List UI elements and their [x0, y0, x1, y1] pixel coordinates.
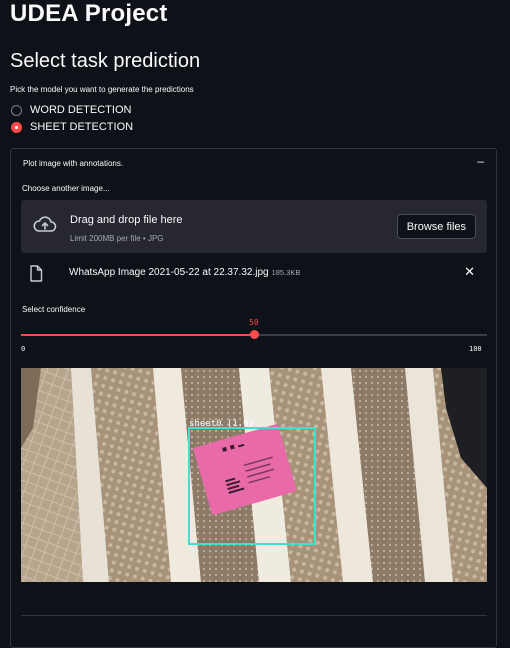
radio-sheet-detection[interactable]: SHEET DETECTION — [11, 121, 133, 133]
slider-thumb[interactable] — [249, 330, 259, 339]
confidence-slider[interactable] — [21, 330, 487, 339]
file-dropzone[interactable]: Drag and drop file here Limit 200MB per … — [21, 200, 487, 253]
radio-label: WORD DETECTION — [30, 104, 132, 116]
close-icon[interactable]: ✕ — [464, 264, 475, 280]
collapse-icon[interactable]: – — [477, 154, 484, 168]
slider-max: 100 — [469, 345, 482, 353]
dropzone-subtitle: Limit 200MB per file • JPG — [70, 234, 164, 243]
task-heading: Select task prediction — [10, 50, 201, 72]
radio-label: SHEET DETECTION — [30, 121, 134, 133]
browse-files-button[interactable]: Browse files — [396, 214, 476, 239]
uploaded-file: WhatsApp Image 2021-05-22 at 22.37.32.jp… — [21, 261, 487, 285]
divider — [21, 615, 487, 616]
file-size: 185.3KB — [271, 268, 301, 277]
cloud-upload-icon — [33, 216, 57, 239]
slider-label: Select confidence — [22, 305, 86, 314]
annotated-image: sheet0 (1.0) — [21, 368, 487, 582]
expander-title[interactable]: Plot image with annotations. — [23, 159, 123, 168]
page-title: UDEA Project — [10, 0, 168, 27]
file-name: WhatsApp Image 2021-05-22 at 22.37.32.jp… — [69, 267, 300, 278]
file-icon — [29, 265, 43, 287]
slider-value: 50 — [249, 318, 259, 327]
uploader-label: Choose another image... — [22, 184, 110, 193]
radio-word-detection[interactable]: WORD DETECTION — [11, 104, 131, 116]
radio-unchecked-icon[interactable] — [11, 104, 22, 116]
file-name-text: WhatsApp Image 2021-05-22 at 22.37.32.jp… — [69, 267, 269, 278]
slider-min: 0 — [21, 345, 26, 353]
annotations-expander: Plot image with annotations. – Choose an… — [10, 148, 497, 648]
slider-fill — [21, 334, 254, 336]
radio-checked-icon[interactable] — [11, 121, 22, 133]
task-hint: Pick the model you want to generate the … — [10, 85, 194, 94]
annotation-label: sheet0 (1.0) — [189, 419, 254, 429]
dropzone-title: Drag and drop file here — [70, 214, 183, 226]
